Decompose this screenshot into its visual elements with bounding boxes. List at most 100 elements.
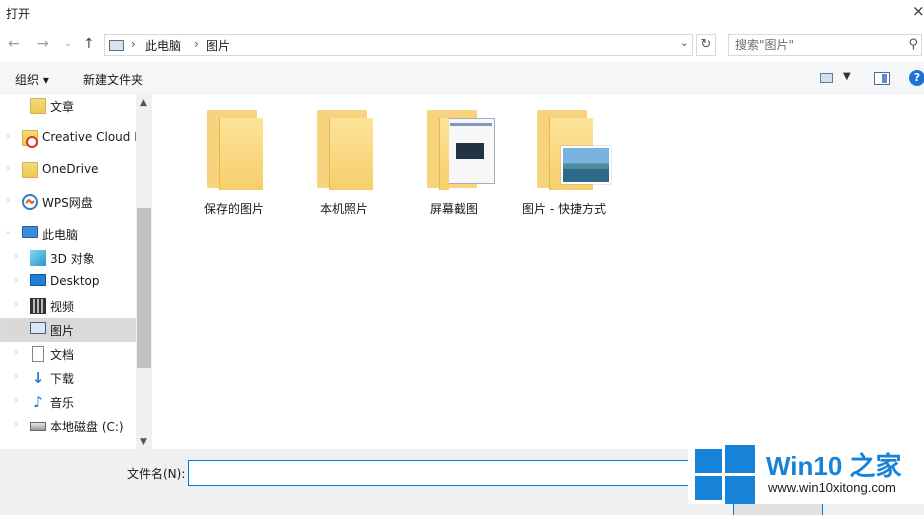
expanded-chevron-icon[interactable]: › xyxy=(3,231,14,235)
folder-icon xyxy=(30,98,46,114)
sidebar-item-label: 本地磁盘 (C:) xyxy=(50,420,124,434)
window-title: 打开 xyxy=(6,7,31,21)
wps-cloud-icon xyxy=(22,194,38,210)
picture-icon xyxy=(30,322,46,334)
sidebar-item-desktop[interactable]: › Desktop xyxy=(0,270,136,294)
watermark-url: www.win10xitong.com xyxy=(768,480,896,495)
up-arrow-icon[interactable]: ↑ xyxy=(83,36,95,52)
expand-chevron-icon[interactable]: › xyxy=(14,347,18,358)
breadcrumb-this-pc[interactable]: 此电脑 xyxy=(145,37,181,54)
view-options-icon[interactable] xyxy=(820,73,833,83)
navigation-pane: 文章 › Creative Cloud F › OneDrive › WPS网盘… xyxy=(0,94,152,449)
close-icon[interactable]: × xyxy=(912,2,924,22)
expand-chevron-icon[interactable]: › xyxy=(14,323,18,334)
search-input[interactable] xyxy=(735,37,895,53)
folder-icon xyxy=(22,162,38,178)
navigation-scrollbar[interactable]: ▲ ▼ xyxy=(136,94,152,449)
preview-pane-icon[interactable] xyxy=(874,72,890,85)
address-dropdown-icon[interactable]: ⌄ xyxy=(680,36,689,49)
expand-chevron-icon[interactable]: › xyxy=(14,371,18,382)
file-item-label: 本机照片 xyxy=(319,202,368,216)
watermark: Win10 之家 www.win10xitong.com xyxy=(688,440,924,504)
sidebar-item-3d-objects[interactable]: › 3D 对象 xyxy=(0,246,136,270)
desktop-icon xyxy=(30,274,46,286)
sidebar-item-label: 此电脑 xyxy=(42,228,79,242)
expand-chevron-icon[interactable]: › xyxy=(14,251,18,262)
search-icon[interactable]: ⚲ xyxy=(908,37,918,52)
sidebar-item-label: OneDrive xyxy=(42,162,99,176)
expand-chevron-icon[interactable]: › xyxy=(14,299,18,310)
file-item-saved-pictures[interactable]: 保存的图片 xyxy=(179,94,279,216)
sidebar-item-label: 3D 对象 xyxy=(50,252,95,266)
picture-icon xyxy=(109,40,124,51)
file-item-label: 图片 - 快捷方式 xyxy=(522,202,606,216)
folder-shortcut-landscape-icon xyxy=(537,110,611,190)
search-box[interactable]: ⚲ xyxy=(728,34,922,56)
expand-chevron-icon[interactable]: › xyxy=(14,395,18,406)
new-folder-button[interactable]: 新建文件夹 xyxy=(83,71,143,88)
download-arrow-icon: ↓ xyxy=(31,369,45,387)
filename-label: 文件名(N): xyxy=(127,467,186,481)
expand-chevron-icon[interactable]: › xyxy=(6,195,10,206)
sidebar-item-local-disk-c[interactable]: › 本地磁盘 (C:) xyxy=(0,414,136,438)
expand-chevron-icon[interactable]: › xyxy=(6,163,10,174)
filename-input[interactable] xyxy=(188,460,708,486)
sidebar-item-wps-cloud[interactable]: › WPS网盘 xyxy=(0,190,136,214)
folder-icon xyxy=(207,110,263,190)
disk-drive-icon xyxy=(30,422,46,431)
sidebar-item-this-pc[interactable]: › 此电脑 xyxy=(0,222,136,246)
sidebar-item-label: 图片 xyxy=(50,324,75,338)
creative-cloud-icon xyxy=(26,136,38,148)
sidebar-item-label: Creative Cloud F xyxy=(42,130,142,144)
recent-locations-chevron-icon[interactable]: ⌄ xyxy=(64,39,72,49)
scroll-down-icon[interactable]: ▼ xyxy=(140,437,147,447)
sidebar-item-label: 视频 xyxy=(50,300,75,314)
folder-icon xyxy=(317,110,373,190)
file-item-label: 保存的图片 xyxy=(203,202,264,216)
sidebar-item-pictures[interactable]: › 图片 xyxy=(0,318,136,342)
back-arrow-icon[interactable]: ← xyxy=(8,36,20,52)
forward-arrow-icon[interactable]: → xyxy=(37,36,49,52)
windows-logo-icon xyxy=(693,443,755,504)
sidebar-item-articles[interactable]: 文章 xyxy=(0,94,136,118)
sidebar-item-onedrive[interactable]: › OneDrive xyxy=(0,158,136,182)
sidebar-item-music[interactable]: › ♪ 音乐 xyxy=(0,390,136,414)
sidebar-item-label: 下载 xyxy=(50,372,75,386)
file-item-camera-roll[interactable]: 本机照片 xyxy=(289,94,389,216)
scrollbar-thumb[interactable] xyxy=(137,208,151,368)
view-dropdown-icon[interactable]: ▼ xyxy=(843,71,851,82)
file-item-pictures-shortcut[interactable]: 图片 - 快捷方式 xyxy=(509,94,611,216)
breadcrumb-pictures[interactable]: 图片 xyxy=(206,37,230,54)
computer-icon xyxy=(22,226,38,238)
film-icon xyxy=(30,298,46,314)
file-list: 保存的图片 本机照片 屏幕截图 图片 - 快捷方式 xyxy=(152,94,924,449)
watermark-title: Win10 之家 xyxy=(766,451,902,481)
expand-chevron-icon[interactable]: › xyxy=(14,419,18,430)
sidebar-item-label: 文档 xyxy=(50,348,75,362)
organize-button[interactable]: 组织 ▾ xyxy=(15,71,49,88)
sidebar-item-videos[interactable]: › 视频 xyxy=(0,294,136,318)
sidebar-item-label: Desktop xyxy=(50,274,100,288)
sidebar-item-label: 音乐 xyxy=(50,396,75,410)
title-bar: 打开 × xyxy=(0,0,924,28)
breadcrumb-separator: › xyxy=(131,37,136,51)
sidebar-item-label: WPS网盘 xyxy=(42,196,93,210)
cube-icon xyxy=(30,250,46,266)
breadcrumb-separator: › xyxy=(194,37,199,51)
expand-chevron-icon[interactable]: › xyxy=(6,131,10,142)
music-note-icon: ♪ xyxy=(33,393,43,411)
address-bar[interactable]: › 此电脑 › 图片 ⌄ xyxy=(104,34,693,56)
command-toolbar: 组织 ▾ 新建文件夹 ▼ ? xyxy=(0,62,924,94)
refresh-icon[interactable]: ↻ xyxy=(696,34,716,56)
scroll-up-icon[interactable]: ▲ xyxy=(140,98,147,108)
address-row: ← → ⌄ ↑ › 此电脑 › 图片 ⌄ ↻ ⚲ xyxy=(0,28,924,62)
sidebar-item-documents[interactable]: › 文档 xyxy=(0,342,136,366)
document-icon xyxy=(32,346,44,362)
file-item-screenshots[interactable]: 屏幕截图 xyxy=(399,94,499,216)
sidebar-item-downloads[interactable]: › ↓ 下载 xyxy=(0,366,136,390)
sidebar-item-creative-cloud[interactable]: › Creative Cloud F xyxy=(0,126,141,150)
expand-chevron-icon[interactable]: › xyxy=(14,275,18,286)
help-icon[interactable]: ? xyxy=(909,70,924,86)
folder-screenshot-icon xyxy=(427,110,495,190)
sidebar-item-label: 文章 xyxy=(50,100,75,114)
